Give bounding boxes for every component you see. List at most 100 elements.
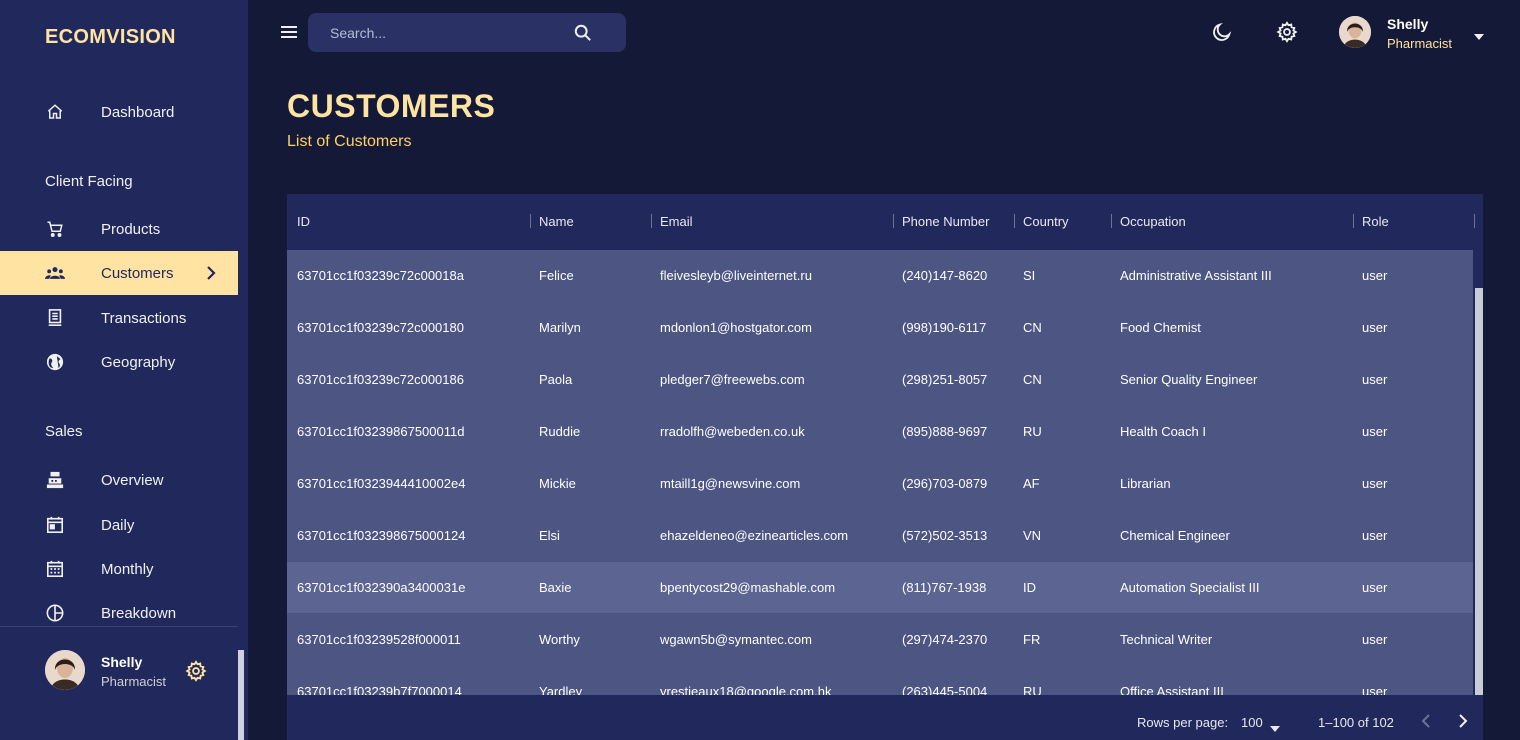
settings-icon[interactable] bbox=[1276, 21, 1298, 48]
sidebar-scrollbar[interactable] bbox=[238, 650, 244, 740]
cell-country: RU bbox=[1023, 684, 1042, 695]
settings-icon[interactable] bbox=[185, 660, 207, 687]
sidebar-user-role: Pharmacist bbox=[101, 674, 167, 689]
cell-email: yrestieaux18@google.com.hk bbox=[660, 684, 832, 695]
cell-country: FR bbox=[1023, 632, 1041, 647]
table-row[interactable]: 63701cc1f03239c72c00018a Felice fleivesley… bbox=[287, 250, 1473, 302]
sidebar-item-label: Daily bbox=[101, 516, 135, 534]
sidebar-user: Shelly Pharmacist bbox=[45, 650, 225, 694]
brand-logo[interactable]: ECOMVISION bbox=[45, 26, 176, 49]
cell-occupation: Office Assistant III bbox=[1120, 684, 1224, 695]
cell-role: user bbox=[1362, 476, 1388, 491]
cell-country: VN bbox=[1023, 528, 1042, 543]
cell-phone: (572)502-3513 bbox=[902, 528, 988, 543]
user-menu[interactable]: Shelly Pharmacist bbox=[1339, 14, 1489, 54]
sidebar-item-label: Products bbox=[101, 220, 161, 238]
cell-email: mtaill1g@newsvine.com bbox=[660, 476, 801, 491]
sidebar-item-dashboard[interactable]: Dashboard bbox=[0, 90, 238, 134]
sidebar-item-customers[interactable]: Customers bbox=[0, 251, 238, 295]
column-header-phone[interactable]: Phone Number bbox=[902, 214, 989, 229]
receipt-icon bbox=[45, 308, 65, 328]
user-name: Shelly bbox=[1387, 16, 1429, 32]
chevron-right-icon bbox=[204, 264, 218, 287]
sidebar-item-geography[interactable]: Geography bbox=[0, 340, 238, 384]
menu-icon[interactable] bbox=[281, 24, 299, 45]
cell-id: 63701cc1f032390a3400031e bbox=[297, 580, 466, 595]
column-separator[interactable] bbox=[1111, 214, 1112, 228]
cell-name: Elsi bbox=[539, 528, 560, 543]
previous-page-icon[interactable] bbox=[1421, 714, 1431, 733]
cell-country: RU bbox=[1023, 424, 1042, 439]
cell-email: mdonlon1@hostgator.com bbox=[660, 320, 812, 335]
column-separator[interactable] bbox=[1014, 214, 1015, 228]
sidebar-item-label: Transactions bbox=[101, 309, 187, 327]
cell-country: ID bbox=[1023, 580, 1036, 595]
avatar bbox=[45, 650, 85, 690]
rows-per-page-select[interactable]: 100 bbox=[1241, 715, 1263, 730]
column-header-id[interactable]: ID bbox=[297, 214, 310, 229]
dark-mode-icon[interactable] bbox=[1211, 21, 1233, 48]
table-row[interactable]: 63701cc1f03239528f000011 Worthy wgawn5b@sy… bbox=[287, 614, 1473, 666]
table-row[interactable]: 63701cc1f03239b7f7000014 Yardley yrestieau… bbox=[287, 666, 1473, 695]
cell-role: user bbox=[1362, 684, 1388, 695]
customers-table: ID Name Email Phone Number Country Occup… bbox=[287, 194, 1483, 740]
cell-phone: (811)767-1938 bbox=[902, 580, 987, 595]
table-scrollbar-thumb[interactable] bbox=[1475, 288, 1483, 695]
sidebar-item-transactions[interactable]: Transactions bbox=[0, 296, 238, 340]
table-row[interactable]: 63701cc1f032390a3400031e Baxie bpentycost2… bbox=[287, 562, 1473, 614]
sidebar-item-breakdown[interactable]: Breakdown bbox=[0, 591, 238, 635]
column-separator[interactable] bbox=[530, 214, 531, 228]
column-header-role[interactable]: Role bbox=[1362, 214, 1389, 229]
cell-country: SI bbox=[1023, 268, 1036, 283]
cell-occupation: Librarian bbox=[1120, 476, 1171, 491]
sidebar-item-label: Breakdown bbox=[101, 604, 177, 622]
user-role: Pharmacist bbox=[1387, 36, 1453, 51]
cell-name: Worthy bbox=[539, 632, 580, 647]
sidebar-item-products[interactable]: Products bbox=[0, 207, 238, 251]
sidebar-item-label: Customers bbox=[101, 264, 174, 282]
next-page-icon[interactable] bbox=[1458, 714, 1468, 733]
table-row[interactable]: 63701cc1f03239c72c000180 Marilyn mdonlon1@… bbox=[287, 302, 1473, 354]
cell-phone: (998)190-6117 bbox=[902, 320, 987, 335]
table-row[interactable]: 63701cc1f032398675000124 Elsi ehazeldeneo@… bbox=[287, 510, 1473, 562]
sidebar-item-monthly[interactable]: Monthly bbox=[0, 547, 238, 591]
search-icon[interactable] bbox=[574, 24, 592, 47]
column-separator[interactable] bbox=[1474, 214, 1475, 228]
cell-id: 63701cc1f03239c72c000186 bbox=[297, 372, 464, 387]
cell-occupation: Senior Quality Engineer bbox=[1120, 372, 1258, 387]
column-separator[interactable] bbox=[893, 214, 894, 228]
column-separator[interactable] bbox=[651, 214, 652, 228]
cell-phone: (263)445-5004 bbox=[902, 684, 988, 695]
cell-occupation: Administrative Assistant III bbox=[1120, 268, 1272, 283]
table-body: 63701cc1f03239c72c00018a Felice fleivesley… bbox=[287, 250, 1473, 695]
cell-occupation: Chemical Engineer bbox=[1120, 528, 1230, 543]
sidebar-item-daily[interactable]: Daily bbox=[0, 503, 238, 547]
caret-down-icon[interactable] bbox=[1270, 719, 1280, 737]
table-row[interactable]: 63701cc1f03239867500011d Ruddie rradolfh@w… bbox=[287, 406, 1473, 458]
table-footer: Rows per page: 100 1–100 of 102 bbox=[287, 695, 1483, 740]
cell-occupation: Food Chemist bbox=[1120, 320, 1201, 335]
column-header-email[interactable]: Email bbox=[660, 214, 693, 229]
table-row[interactable]: 63701cc1f03239c72c000186 Paola pledger7@fr… bbox=[287, 354, 1473, 406]
column-header-country[interactable]: Country bbox=[1023, 214, 1069, 229]
cell-email: fleivesleyb@liveinternet.ru bbox=[660, 268, 812, 283]
column-separator[interactable] bbox=[1353, 214, 1354, 228]
cell-role: user bbox=[1362, 268, 1388, 283]
cell-role: user bbox=[1362, 372, 1388, 387]
cell-id: 63701cc1f03239c72c00018a bbox=[297, 268, 464, 283]
search-input[interactable] bbox=[330, 13, 570, 52]
sidebar-item-label: Dashboard bbox=[101, 103, 175, 121]
cell-phone: (297)474-2370 bbox=[902, 632, 988, 647]
cell-id: 63701cc1f03239867500011d bbox=[297, 424, 465, 439]
column-header-occupation[interactable]: Occupation bbox=[1120, 214, 1186, 229]
cell-id: 63701cc1f03239b7f7000014 bbox=[297, 684, 462, 695]
column-header-name[interactable]: Name bbox=[539, 214, 574, 229]
globe-icon bbox=[45, 352, 65, 372]
sidebar-item-label: Overview bbox=[101, 471, 164, 489]
table-header: ID Name Email Phone Number Country Occup… bbox=[287, 194, 1483, 250]
cell-phone: (296)703-0879 bbox=[902, 476, 988, 491]
cell-role: user bbox=[1362, 580, 1388, 595]
table-row[interactable]: 63701cc1f0323944410002e4 Mickie mtaill1g@n… bbox=[287, 458, 1473, 510]
sidebar-item-overview[interactable]: Overview bbox=[0, 458, 238, 502]
groups-icon bbox=[45, 263, 65, 283]
